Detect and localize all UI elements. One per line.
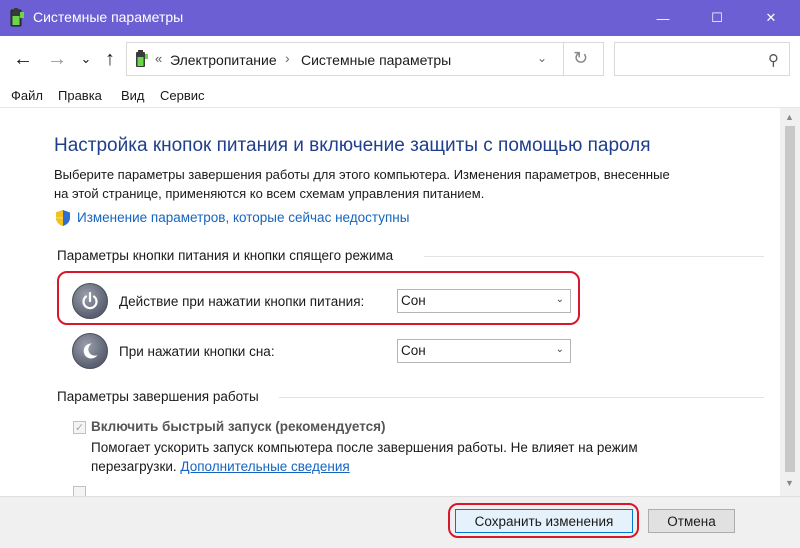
breadcrumb-system-settings[interactable]: Системные параметры (301, 52, 451, 68)
fast-startup-description: Помогает ускорить запуск компьютера посл… (91, 438, 638, 476)
window-title: Системные параметры (33, 9, 184, 25)
check-icon: ✓ (74, 422, 85, 434)
fast-startup-label: Включить быстрый запуск (рекомендуется) (91, 419, 386, 434)
scrollbar-thumb[interactable] (785, 126, 795, 472)
group-divider (424, 256, 764, 257)
scroll-up-icon[interactable]: ▲ (785, 112, 794, 122)
chevron-down-icon: ⌄ (555, 294, 564, 305)
back-button[interactable]: ← (12, 48, 34, 70)
select-value: Сон (401, 343, 426, 358)
menu-file[interactable]: Файл (11, 88, 43, 103)
search-icon[interactable]: ⚲ (768, 51, 779, 69)
menu-bar: Файл Правка Вид Сервис (0, 84, 800, 108)
description-line: перезагрузки. Дополнительные сведения (91, 457, 638, 476)
power-button-action-label: Действие при нажатии кнопки питания: (119, 294, 365, 309)
search-input[interactable]: ⚲ (614, 42, 790, 76)
maximize-button[interactable]: ☐ (694, 0, 740, 36)
sleep-button-icon (72, 333, 108, 369)
folder-battery-icon (134, 50, 150, 68)
forward-button[interactable]: → (46, 48, 68, 70)
select-value: Сон (401, 293, 426, 308)
menu-tools[interactable]: Сервис (160, 88, 205, 103)
fast-startup-checkbox[interactable]: ✓ (73, 421, 86, 434)
refresh-icon[interactable]: ↻ (573, 48, 588, 69)
cancel-button[interactable]: Отмена (648, 509, 735, 533)
arrow-right-icon: → (47, 47, 67, 70)
vertical-scrollbar[interactable]: ▲ ▼ (780, 108, 800, 496)
address-bar[interactable]: « Электропитание › Системные параметры ⌄… (126, 42, 604, 76)
description-text: перезагрузки. (91, 459, 177, 474)
title-bar: Системные параметры — ☐ ✕ (0, 0, 800, 36)
power-buttons-group-title: Параметры кнопки питания и кнопки спящег… (57, 248, 394, 263)
arrow-up-icon: ↑ (105, 47, 115, 70)
shutdown-group-title: Параметры завершения работы (57, 389, 259, 404)
address-divider (563, 43, 564, 75)
maximize-icon: ☐ (711, 10, 723, 25)
description-line: Помогает ускорить запуск компьютера посл… (91, 440, 638, 455)
recent-locations-button[interactable]: ⌄ (78, 48, 94, 70)
description-line: Выберите параметры завершения работы для… (54, 167, 670, 182)
breadcrumb-power-options[interactable]: Электропитание (170, 52, 277, 68)
page-title: Настройка кнопок питания и включение защ… (54, 135, 651, 156)
sleep-button-action-label: При нажатии кнопки сна: (119, 344, 275, 359)
description-line: на этой странице, применяются ко всем сх… (54, 186, 485, 201)
menu-edit[interactable]: Правка (58, 88, 102, 103)
next-checkbox-partial[interactable] (73, 486, 86, 496)
close-icon: ✕ (765, 10, 777, 25)
menu-view[interactable]: Вид (121, 88, 145, 103)
page-description: Выберите параметры завершения работы для… (54, 165, 754, 203)
power-button-action-select[interactable]: Сон ⌄ (397, 289, 571, 313)
chevron-right-icon[interactable]: › (285, 50, 290, 66)
power-button-icon (72, 283, 108, 319)
minimize-icon: — (656, 10, 670, 26)
group-divider (279, 397, 764, 398)
app-battery-icon (8, 8, 26, 28)
arrow-left-icon: ← (13, 47, 33, 70)
save-button[interactable]: Сохранить изменения (455, 509, 633, 533)
up-button[interactable]: ↑ (100, 48, 120, 70)
breadcrumb-overflow-icon[interactable]: « (155, 51, 162, 66)
address-dropdown-icon[interactable]: ⌄ (537, 51, 547, 65)
chevron-down-icon: ⌄ (80, 51, 92, 66)
chevron-down-icon: ⌄ (555, 344, 564, 355)
scroll-down-icon[interactable]: ▼ (785, 478, 794, 488)
minimize-button[interactable]: — (640, 0, 686, 36)
sleep-button-action-select[interactable]: Сон ⌄ (397, 339, 571, 363)
change-unavailable-settings-link[interactable]: Изменение параметров, которые сейчас нед… (77, 210, 409, 225)
close-button[interactable]: ✕ (748, 0, 794, 36)
more-info-link[interactable]: Дополнительные сведения (180, 459, 349, 474)
shield-icon (54, 209, 72, 227)
